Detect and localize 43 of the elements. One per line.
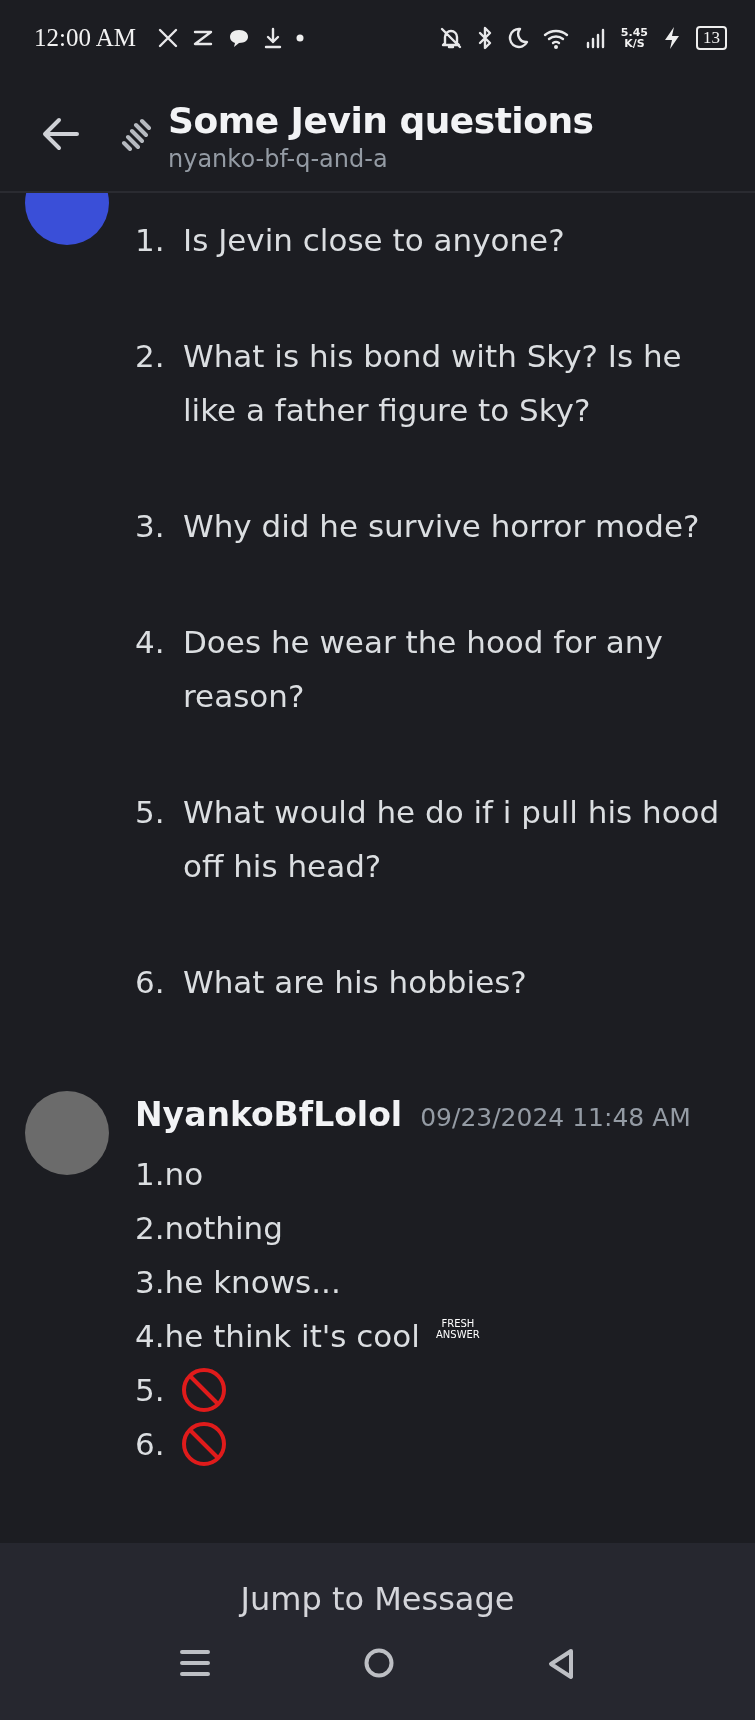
- back-triangle-icon[interactable]: [547, 1648, 575, 1680]
- bluetooth-icon: [476, 26, 493, 50]
- signal-icon: [584, 27, 607, 49]
- download-icon: [264, 27, 283, 49]
- list-number: 5.: [135, 793, 166, 832]
- clock-time: 12:00 AM: [34, 24, 137, 52]
- list-number: 1.: [135, 221, 166, 260]
- menu-icon[interactable]: [180, 1648, 210, 1678]
- channel-name[interactable]: nyanko-bf-q-and-a: [168, 145, 594, 173]
- answer-text: 5.: [135, 1371, 165, 1410]
- bell-off-icon: [438, 26, 463, 50]
- emoji-text: FRESH ANSWER: [435, 1318, 480, 1340]
- chat-bubble-icon: [228, 28, 251, 48]
- question-text: What are his hobbies?: [183, 963, 527, 1002]
- answer-text: 6.: [135, 1425, 165, 1464]
- answer-text: 4.he think it's cool: [135, 1317, 420, 1356]
- question-text: What is his bond with Sky? Is he like a father figure to Sky?: [183, 337, 683, 430]
- battery-level: 13: [696, 26, 727, 50]
- list-number: 4.: [135, 623, 166, 662]
- back-arrow-icon: [42, 116, 80, 151]
- charging-icon: [662, 26, 682, 50]
- answer-text: 2.nothing: [135, 1209, 283, 1248]
- dot-icon: [296, 34, 305, 42]
- answer-text: 3.he knows...: [135, 1263, 341, 1302]
- question-text: Why did he survive horror mode?: [183, 507, 700, 546]
- x-icon: [158, 28, 179, 48]
- no-answer-icon: [180, 1367, 227, 1413]
- timestamp: 09/23/2024 11:48 AM: [420, 1103, 691, 1132]
- home-circle-icon[interactable]: [363, 1648, 394, 1678]
- answer-text: 1.no: [135, 1155, 204, 1194]
- no-answer-icon: [180, 1421, 227, 1467]
- list-number: 6.: [135, 963, 166, 1002]
- list-number: 2.: [135, 337, 166, 376]
- question-text: What would he do if i pull his hood off his head?: [183, 793, 721, 886]
- wifi-icon: [542, 27, 571, 49]
- jump-to-message-button[interactable]: Jump to Message: [228, 1572, 527, 1626]
- list-number: 3.: [135, 507, 166, 546]
- username[interactable]: NyankoBfLolol: [135, 1095, 403, 1134]
- thread-title: Some Jevin questions: [168, 100, 594, 141]
- question-text: Is Jevin close to anyone?: [183, 221, 565, 260]
- network-speed: 5.45 K/S: [620, 27, 648, 49]
- moon-icon: [506, 27, 529, 49]
- question-text: Does he wear the hood for any reason?: [183, 623, 664, 716]
